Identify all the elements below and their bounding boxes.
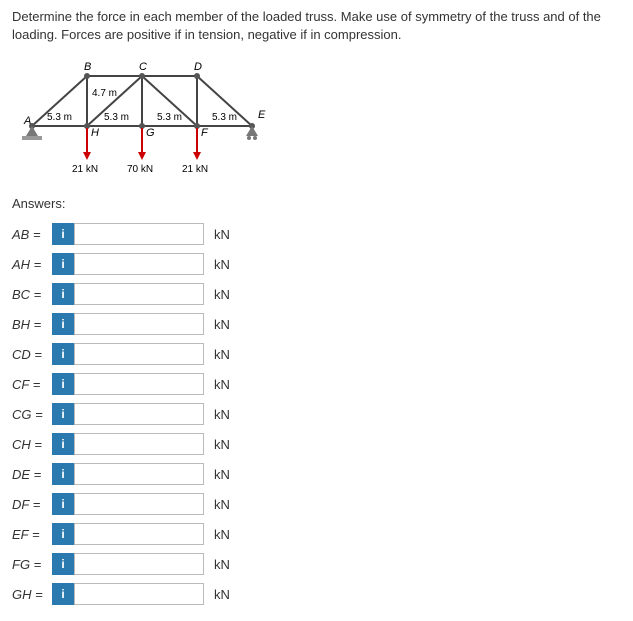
unit-label: kN <box>214 407 230 422</box>
answer-row: CH =i kN <box>12 433 621 455</box>
force-input[interactable] <box>74 343 204 365</box>
svg-text:5.3 m: 5.3 m <box>47 112 72 123</box>
answer-row: FG =i kN <box>12 553 621 575</box>
svg-text:G: G <box>146 127 155 139</box>
unit-label: kN <box>214 557 230 572</box>
member-label: BH = <box>12 317 52 332</box>
svg-text:H: H <box>91 127 99 139</box>
unit-label: kN <box>214 377 230 392</box>
info-icon[interactable]: i <box>52 493 74 515</box>
answer-row: DF =i kN <box>12 493 621 515</box>
answer-row: DE =i kN <box>12 463 621 485</box>
member-label: AH = <box>12 257 52 272</box>
unit-label: kN <box>214 587 230 602</box>
force-input[interactable] <box>74 463 204 485</box>
info-icon[interactable]: i <box>52 223 74 245</box>
svg-text:21 kN: 21 kN <box>72 164 98 175</box>
unit-label: kN <box>214 467 230 482</box>
unit-label: kN <box>214 497 230 512</box>
force-input[interactable] <box>74 373 204 395</box>
answer-row: CG =i kN <box>12 403 621 425</box>
unit-label: kN <box>214 317 230 332</box>
force-input[interactable] <box>74 253 204 275</box>
answer-row: BH =i kN <box>12 313 621 335</box>
unit-label: kN <box>214 287 230 302</box>
truss-diagram: A B C D E F G H 4.7 m 5.3 m 5.3 m 5.3 m … <box>12 56 621 176</box>
answer-row: CD =i kN <box>12 343 621 365</box>
answer-row: BC =i kN <box>12 283 621 305</box>
force-input[interactable] <box>74 493 204 515</box>
member-label: BC = <box>12 287 52 302</box>
info-icon[interactable]: i <box>52 463 74 485</box>
unit-label: kN <box>214 437 230 452</box>
force-input[interactable] <box>74 313 204 335</box>
force-input[interactable] <box>74 223 204 245</box>
force-input[interactable] <box>74 433 204 455</box>
svg-text:5.3 m: 5.3 m <box>212 112 237 123</box>
info-icon[interactable]: i <box>52 583 74 605</box>
member-label: GH = <box>12 587 52 602</box>
answer-row: AB =i kN <box>12 223 621 245</box>
svg-text:B: B <box>84 61 91 73</box>
svg-text:C: C <box>139 61 147 73</box>
force-input[interactable] <box>74 283 204 305</box>
question-text: Determine the force in each member of th… <box>12 8 621 44</box>
unit-label: kN <box>214 227 230 242</box>
answer-row: CF =i kN <box>12 373 621 395</box>
info-icon[interactable]: i <box>52 433 74 455</box>
info-icon[interactable]: i <box>52 313 74 335</box>
svg-text:5.3 m: 5.3 m <box>157 112 182 123</box>
member-label: DE = <box>12 467 52 482</box>
member-label: AB = <box>12 227 52 242</box>
answer-row: EF =i kN <box>12 523 621 545</box>
info-icon[interactable]: i <box>52 253 74 275</box>
svg-text:D: D <box>194 61 202 73</box>
answer-row: GH =i kN <box>12 583 621 605</box>
info-icon[interactable]: i <box>52 373 74 395</box>
force-input[interactable] <box>74 583 204 605</box>
svg-text:5.3 m: 5.3 m <box>104 112 129 123</box>
member-label: CF = <box>12 377 52 392</box>
unit-label: kN <box>214 347 230 362</box>
info-icon[interactable]: i <box>52 343 74 365</box>
member-label: CD = <box>12 347 52 362</box>
answer-row: AH =i kN <box>12 253 621 275</box>
info-icon[interactable]: i <box>52 403 74 425</box>
info-icon[interactable]: i <box>52 553 74 575</box>
info-icon[interactable]: i <box>52 283 74 305</box>
svg-text:4.7 m: 4.7 m <box>92 88 117 99</box>
svg-text:F: F <box>201 127 209 139</box>
force-input[interactable] <box>74 553 204 575</box>
force-input[interactable] <box>74 403 204 425</box>
member-label: EF = <box>12 527 52 542</box>
svg-text:E: E <box>258 109 266 121</box>
svg-text:A: A <box>23 115 31 127</box>
member-label: DF = <box>12 497 52 512</box>
unit-label: kN <box>214 257 230 272</box>
answers-list: AB =ikNAH =ikNBC =ikNBH =ikNCD =ikNCF =i… <box>12 223 621 605</box>
member-label: CG = <box>12 407 52 422</box>
member-label: FG = <box>12 557 52 572</box>
svg-text:70 kN: 70 kN <box>127 164 153 175</box>
info-icon[interactable]: i <box>52 523 74 545</box>
member-label: CH = <box>12 437 52 452</box>
unit-label: kN <box>214 527 230 542</box>
answers-heading: Answers: <box>12 196 621 211</box>
force-input[interactable] <box>74 523 204 545</box>
svg-text:21 kN: 21 kN <box>182 164 208 175</box>
